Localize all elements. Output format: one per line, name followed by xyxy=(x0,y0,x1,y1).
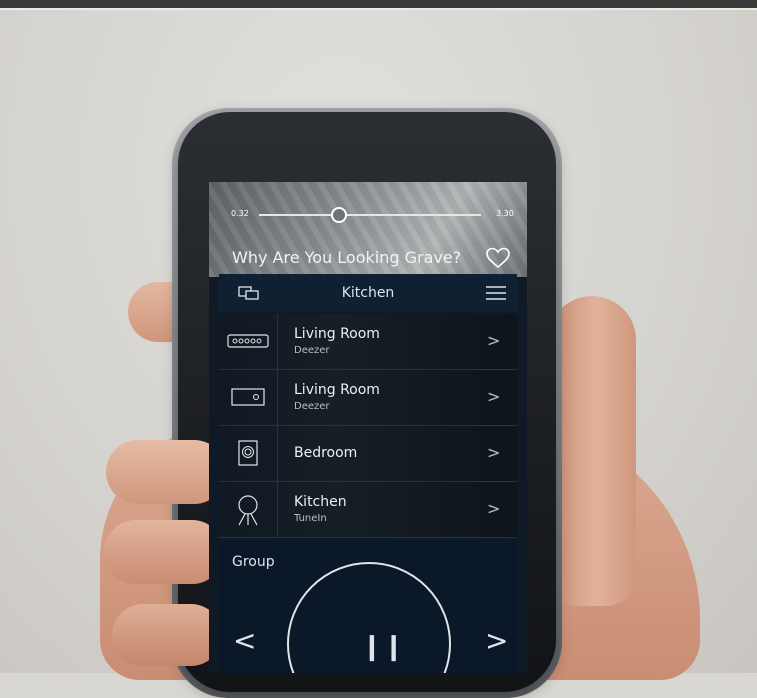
room-row[interactable]: Living Room Deezer > xyxy=(219,314,517,370)
song-title: Why Are You Looking Grave? xyxy=(232,248,462,267)
current-room-title: Kitchen xyxy=(341,285,395,301)
tripod-speaker-icon xyxy=(238,495,258,526)
chevron-right-icon[interactable]: > xyxy=(485,624,508,657)
soundbar-icon xyxy=(227,334,269,348)
progress-thumb[interactable] xyxy=(330,207,347,223)
room-header-bar: Kitchen xyxy=(219,274,517,312)
progress-track[interactable] xyxy=(259,214,481,216)
room-icon-cell xyxy=(219,426,278,481)
floor-speaker-icon xyxy=(238,440,258,466)
compact-speaker-icon xyxy=(231,388,265,406)
room-list: Living Room Deezer > Living Room Deezer … xyxy=(219,314,517,538)
room-row[interactable]: Living Room Deezer > xyxy=(219,370,517,426)
room-row[interactable]: Bedroom > xyxy=(219,426,517,482)
chevron-right-icon[interactable]: > xyxy=(487,499,500,518)
top-strip xyxy=(0,0,757,8)
elapsed-time: 0.32 xyxy=(231,209,249,218)
room-row[interactable]: Kitchen TuneIn > xyxy=(219,482,517,538)
pause-icon[interactable]: ❙❙ xyxy=(361,632,405,662)
chevron-right-icon[interactable]: > xyxy=(487,443,500,462)
room-icon-cell xyxy=(219,482,278,537)
room-service: TuneIn xyxy=(294,513,327,524)
room-name: Kitchen xyxy=(294,494,347,510)
group-label: Group xyxy=(232,554,275,570)
room-name: Living Room xyxy=(294,326,380,342)
total-duration: 3.30 xyxy=(496,209,514,218)
room-service: Deezer xyxy=(294,401,330,412)
top-divider xyxy=(0,8,757,10)
hamburger-menu-icon[interactable] xyxy=(485,283,507,303)
finger-left-1 xyxy=(106,440,226,504)
room-service: Deezer xyxy=(294,345,330,356)
room-icon-cell xyxy=(219,314,278,369)
heart-icon[interactable] xyxy=(485,246,511,270)
room-name: Living Room xyxy=(294,382,380,398)
group-panel: Group ❙❙ < > xyxy=(219,540,517,673)
room-name: Bedroom xyxy=(294,445,358,461)
finger-left-2 xyxy=(104,520,224,584)
chevron-left-icon[interactable]: < xyxy=(233,624,256,657)
chevron-right-icon[interactable]: > xyxy=(487,387,500,406)
room-icon-cell xyxy=(219,370,278,425)
chevron-right-icon[interactable]: > xyxy=(487,331,500,350)
app-screen: 0.32 3.30 Why Are You Looking Grave? Kit… xyxy=(209,182,527,673)
finger-left-3 xyxy=(112,604,222,666)
